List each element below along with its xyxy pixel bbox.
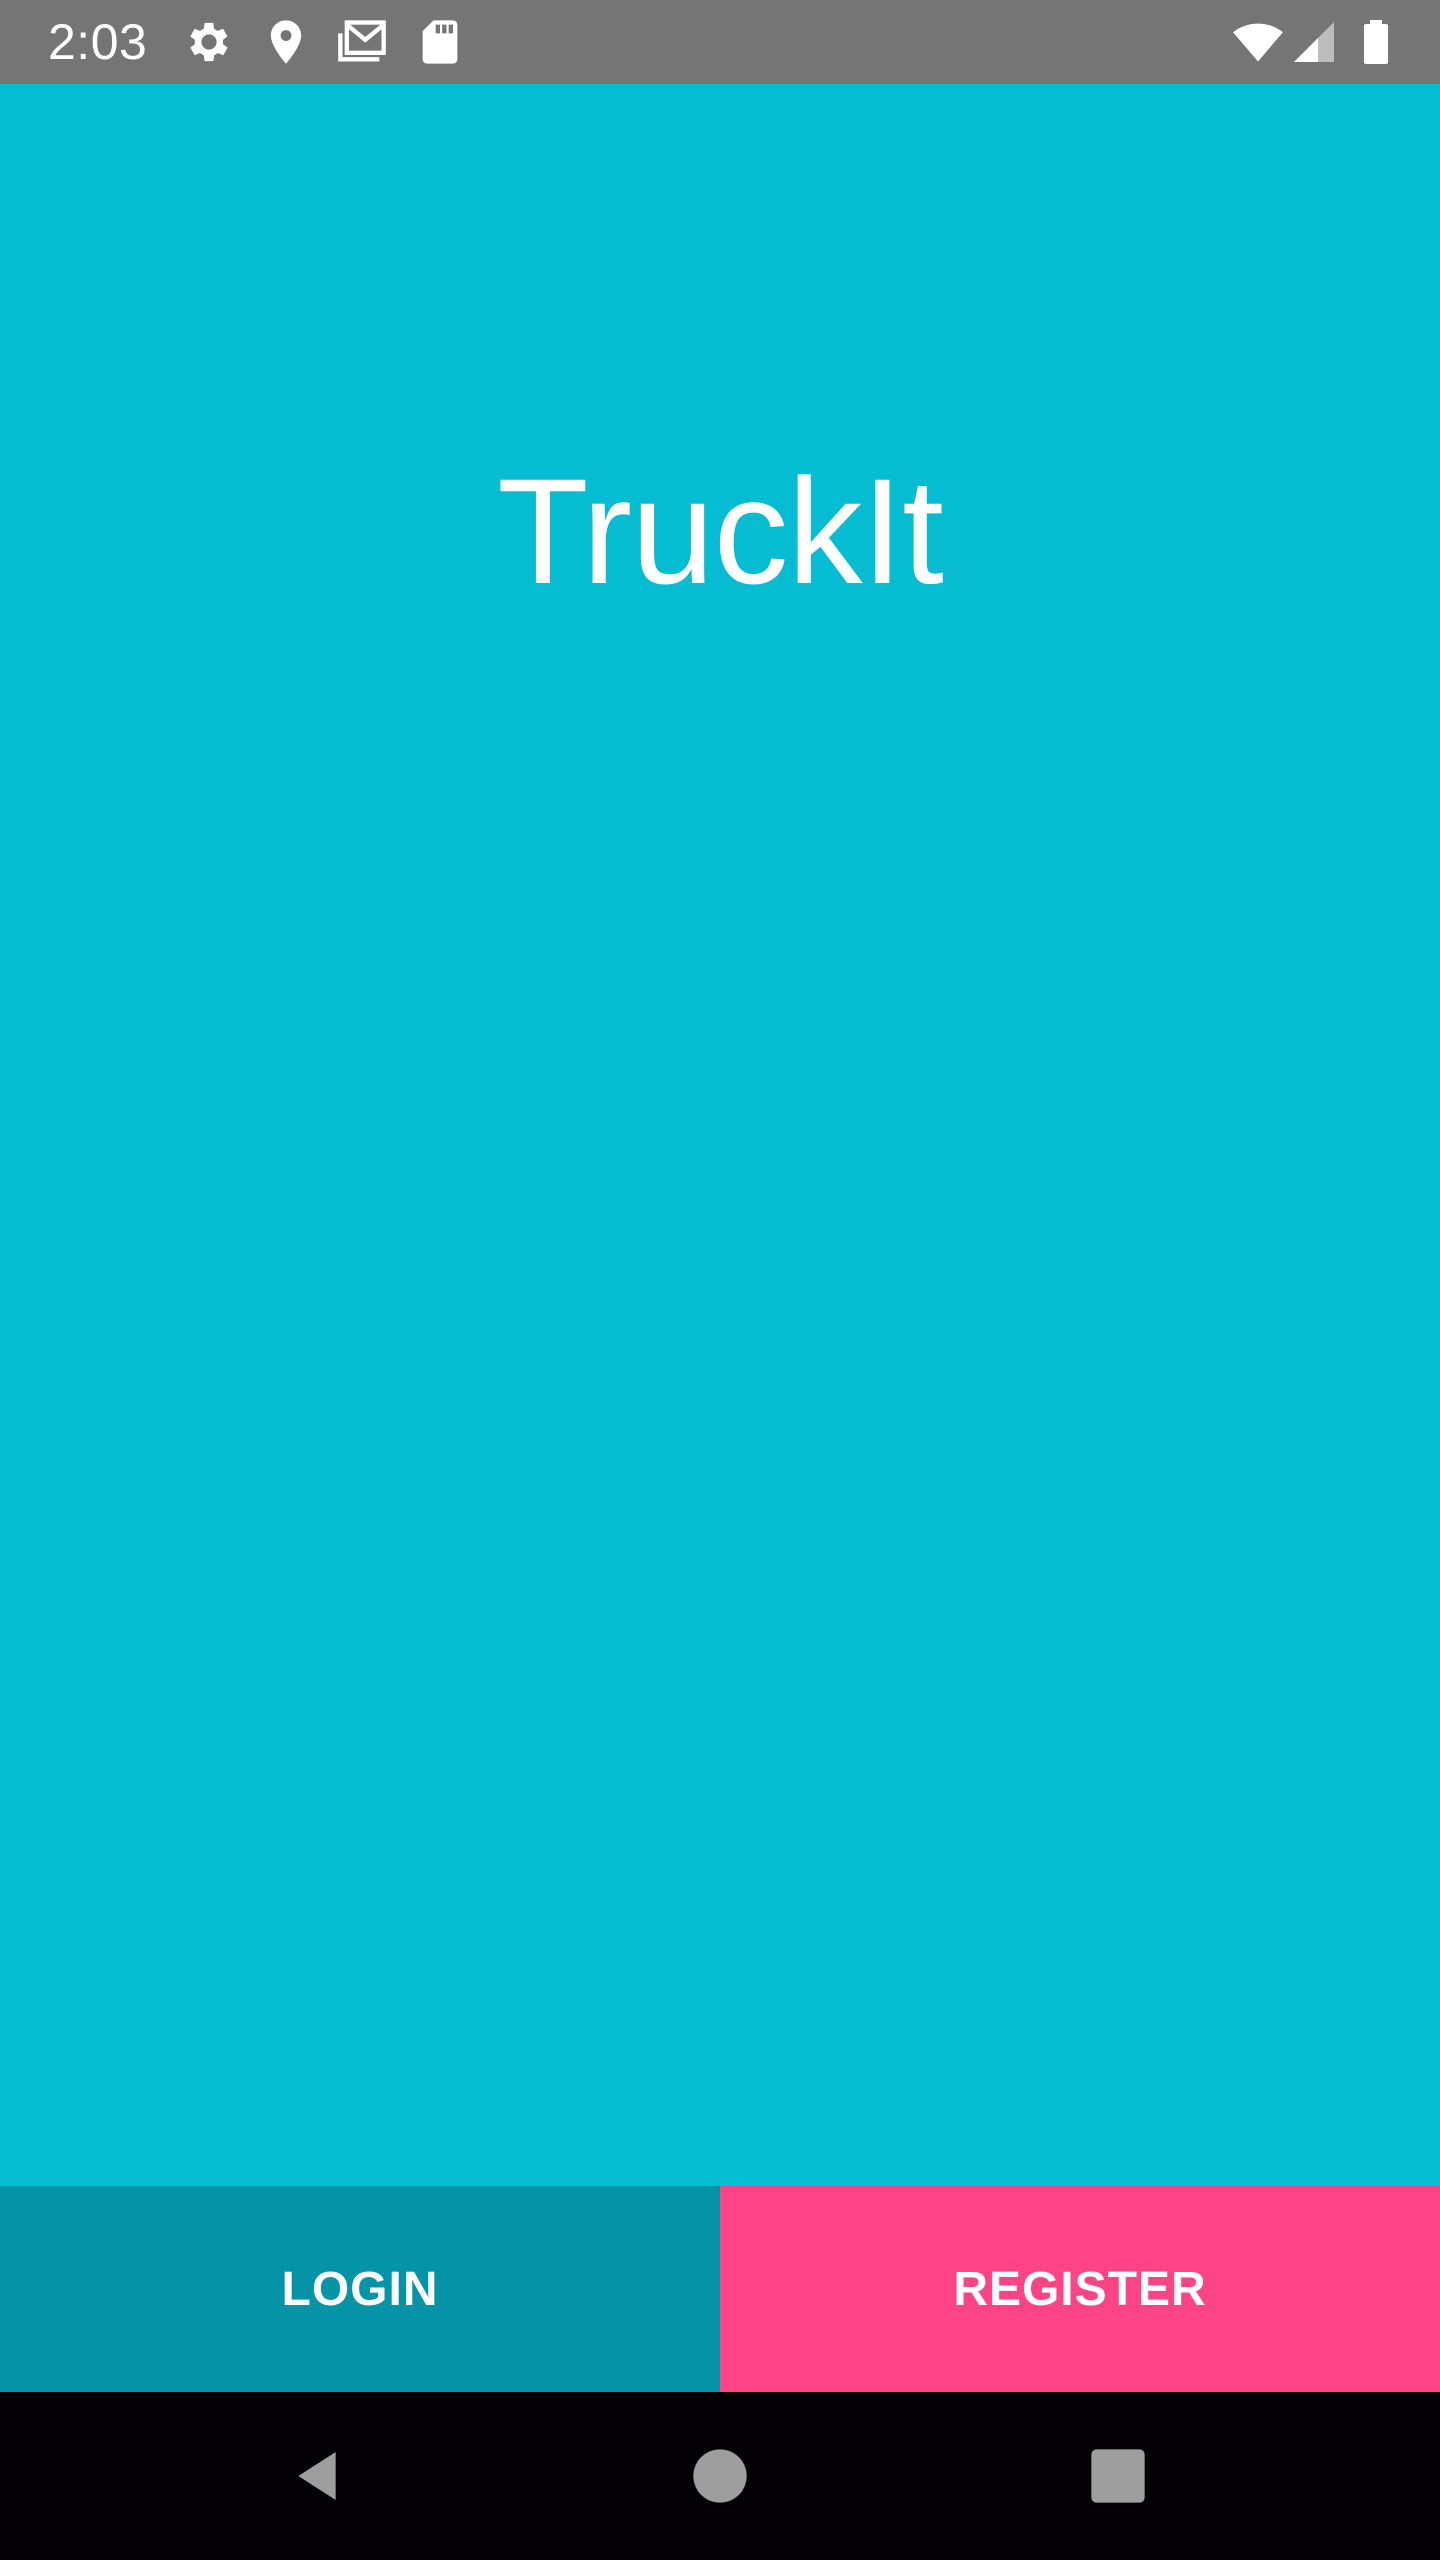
status-bar: 2:03 — [0, 0, 1440, 84]
recents-button[interactable] — [1034, 2392, 1202, 2560]
login-button-label: LOGIN — [281, 2262, 439, 2316]
location-pin-icon — [270, 20, 302, 64]
gear-icon — [190, 22, 228, 62]
wifi-icon — [1233, 23, 1283, 62]
back-icon — [298, 2452, 336, 2500]
recents-icon — [1091, 2449, 1145, 2503]
app-screen: 2:03 TruckIt LOGIN REGISTER — [0, 0, 1440, 2560]
register-button-label: REGISTER — [953, 2262, 1207, 2316]
action-button-row: LOGIN REGISTER — [0, 2186, 1440, 2392]
battery-icon — [1364, 20, 1388, 64]
home-button[interactable] — [636, 2392, 804, 2560]
gmail-icon — [338, 20, 386, 62]
status-time: 2:03 — [48, 14, 148, 70]
navigation-bar — [0, 2392, 1440, 2560]
main-content: TruckIt — [0, 84, 1440, 2186]
sd-card-icon — [422, 20, 458, 64]
register-button[interactable]: REGISTER — [720, 2186, 1440, 2392]
home-icon — [693, 2449, 747, 2503]
cell-signal-icon — [1294, 22, 1334, 62]
back-button[interactable] — [233, 2392, 401, 2560]
login-button[interactable]: LOGIN — [0, 2186, 720, 2392]
app-title: TruckIt — [497, 447, 944, 615]
